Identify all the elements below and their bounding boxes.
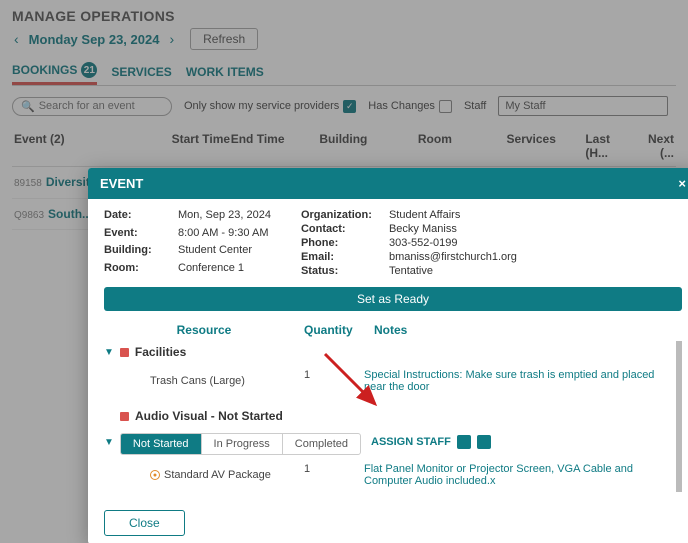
- resource-qty: 1: [304, 369, 364, 393]
- caret-down-icon[interactable]: ▼: [104, 437, 114, 448]
- modal-header: EVENT ×: [88, 168, 688, 199]
- detail-value: Student Center: [178, 244, 271, 260]
- resource-name: Trash Cans (Large): [150, 369, 304, 393]
- detail-value: Becky Maniss: [389, 223, 517, 235]
- status-segmented-control[interactable]: Not Started In Progress Completed: [120, 433, 361, 455]
- detail-label: Phone:: [301, 237, 383, 249]
- detail-label: Date:: [104, 209, 172, 225]
- assign-staff-button[interactable]: ASSIGN STAFF: [371, 436, 451, 448]
- detail-value: Tentative: [389, 265, 517, 277]
- detail-value: Mon, Sep 23, 2024: [178, 209, 271, 225]
- detail-value: 8:00 AM - 9:30 AM: [178, 227, 271, 243]
- status-dot-icon: ●: [150, 470, 160, 480]
- detail-label: Room:: [104, 262, 172, 278]
- resource-item-row: ● Standard AV Package 1 Flat Panel Monito…: [104, 459, 668, 491]
- resource-notes: Special Instructions: Make sure trash is…: [364, 369, 668, 393]
- resource-name: Standard AV Package: [164, 469, 271, 481]
- close-button[interactable]: Close: [104, 510, 185, 536]
- quantity-header: Quantity: [304, 323, 374, 337]
- detail-value: 303-552-0199: [389, 237, 517, 249]
- detail-value: bmaniss@firstchurch1.org: [389, 251, 517, 263]
- seg-completed[interactable]: Completed: [283, 434, 360, 454]
- resource-header: Resource: [104, 323, 304, 337]
- resource-item-row: ●Extension Cords 2: [104, 491, 668, 492]
- seg-in-progress[interactable]: In Progress: [202, 434, 283, 454]
- detail-label: Organization:: [301, 209, 383, 221]
- seg-not-started[interactable]: Not Started: [121, 434, 202, 454]
- detail-value: Student Affairs: [389, 209, 517, 221]
- resource-item-row: Trash Cans (Large) 1 Special Instruction…: [104, 365, 668, 397]
- detail-label: Building:: [104, 244, 172, 260]
- image-icon[interactable]: [477, 435, 491, 449]
- detail-label: Status:: [301, 265, 383, 277]
- detail-label: Email:: [301, 251, 383, 263]
- detail-label: Contact:: [301, 223, 383, 235]
- resource-notes: Flat Panel Monitor or Projector Screen, …: [364, 463, 668, 487]
- detail-value: Conference 1: [178, 262, 271, 278]
- category-audiovisual: Audio Visual - Not Started: [135, 409, 283, 423]
- detail-label: Event:: [104, 227, 172, 243]
- event-modal: EVENT × Date: Mon, Sep 23, 2024 Event: 8:0…: [88, 168, 688, 543]
- category-facilities: Facilities: [135, 345, 186, 359]
- category-status-icon: [120, 412, 129, 421]
- modal-title: EVENT: [100, 176, 143, 191]
- notes-header: Notes: [374, 323, 682, 337]
- caret-down-icon[interactable]: ▼: [104, 347, 114, 358]
- category-status-icon: [120, 348, 129, 357]
- resource-qty: 1: [304, 463, 364, 487]
- set-ready-button[interactable]: Set as Ready: [104, 287, 682, 311]
- clipboard-icon[interactable]: [457, 435, 471, 449]
- close-icon[interactable]: ×: [678, 176, 686, 191]
